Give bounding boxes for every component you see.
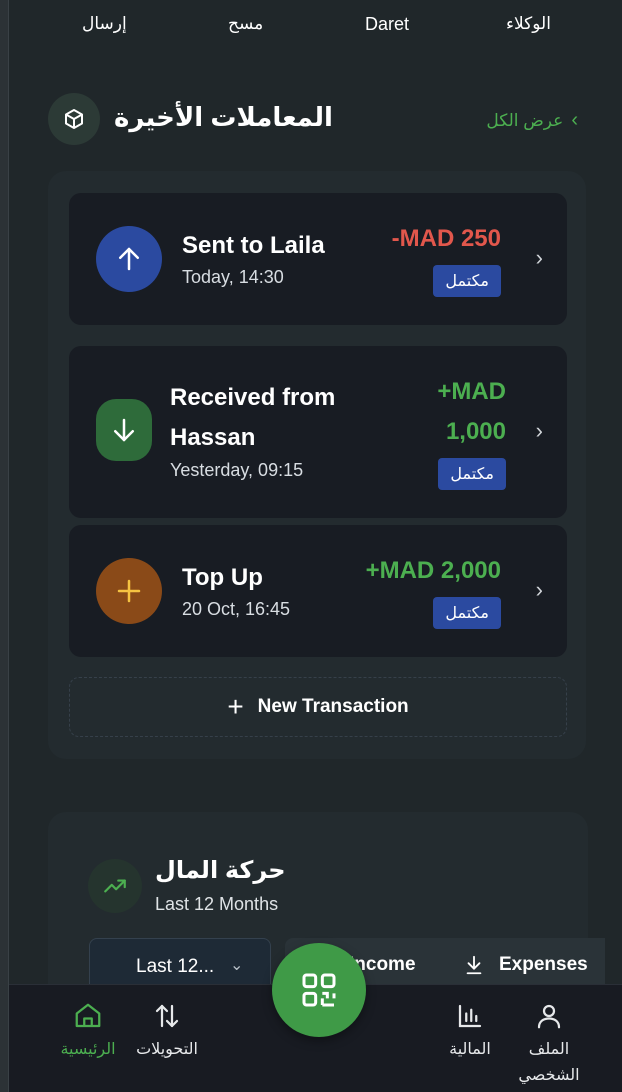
user-icon [537,1004,561,1029]
transaction-card[interactable]: Received from Hassan Yesterday, 09:15 +M… [69,346,567,518]
nav-finance[interactable]: المالية [445,1001,495,1063]
status-badge: مكتمل [438,458,506,490]
device-frame-edge [0,0,9,1092]
nav-home-label: الرئيسية [60,1041,116,1058]
money-movement-title: حركة المال [155,857,286,884]
nav-finance-label: المالية [449,1041,491,1058]
quick-action-scan[interactable]: مسح [228,14,263,34]
transaction-amount: -MAD 250 [391,225,501,252]
view-all-link[interactable]: عرض الكل ‹ [486,109,578,132]
nav-home[interactable]: الرئيسية [55,1001,121,1063]
plus-icon: + [227,691,244,722]
status-badge: مكتمل [433,265,501,297]
transaction-title: Sent to Laila [182,232,325,259]
plus-icon [96,558,162,624]
arrow-up-icon [96,226,162,292]
transaction-time: Today, 14:30 [182,267,284,287]
recent-transactions-header: المعاملات الأخيرة عرض الكل ‹ [48,93,578,145]
chevron-left-icon: ‹ [571,109,578,131]
quick-actions-row: إرسال مسح Daret الوكلاء [9,14,622,42]
home-icon [75,1003,101,1028]
chevron-right-icon: › [535,577,543,602]
status-badge: مكتمل [433,597,501,629]
view-all-label: عرض الكل [486,110,564,130]
qr-code-icon [302,973,336,1007]
transfer-arrows-icon [155,1004,179,1028]
transaction-amount: +MAD 1,000 [437,378,506,445]
bottom-navigation: الرئيسية التحويلات المالية الملف الشخصي [9,943,622,1092]
arrow-down-icon [96,399,152,461]
quick-action-daret[interactable]: Daret [365,14,409,35]
new-transaction-label: New Transaction [257,696,409,717]
expenses-label: Expenses [499,954,588,975]
nav-transfers[interactable]: التحويلات [130,1001,204,1063]
period-select-value: Last 12... [136,956,215,977]
nav-profile-label: الملف الشخصي [518,1041,580,1084]
app-screen: إرسال مسح Daret الوكلاء المعاملات الأخير… [9,0,622,1092]
new-transaction-button[interactable]: + New Transaction [69,677,567,737]
chevron-down-icon: ⌄ [230,957,244,974]
transactions-panel: Sent to Laila Today, 14:30 -MAD 250 مكتم… [48,171,586,759]
bar-chart-icon [458,1004,482,1028]
trending-up-icon [88,859,142,913]
transaction-amount: +MAD 2,000 [365,557,501,584]
expenses-toggle[interactable]: Expenses [463,954,588,976]
transaction-time: Yesterday, 09:15 [170,460,304,480]
nav-transfers-label: التحويلات [136,1041,198,1058]
chevron-right-icon: › [535,245,543,270]
scan-qr-button[interactable] [272,943,366,1037]
chevron-right-icon: › [535,418,543,443]
box-icon [48,93,100,145]
arrow-down-icon [466,955,482,975]
money-movement-subtitle: Last 12 Months [155,894,279,914]
transaction-time: 20 Oct, 16:45 [182,599,291,619]
quick-action-agents[interactable]: الوكلاء [506,14,551,34]
transaction-title: Received from Hassan [170,384,336,451]
quick-action-send[interactable]: إرسال [82,14,127,34]
transaction-card[interactable]: Top Up 20 Oct, 16:45 +MAD 2,000 مكتمل › [69,525,567,657]
section-title: المعاملات الأخيرة [114,102,333,132]
transaction-card[interactable]: Sent to Laila Today, 14:30 -MAD 250 مكتم… [69,193,567,325]
transaction-title: Top Up [182,564,263,591]
nav-profile[interactable]: الملف الشخصي [504,1001,594,1089]
